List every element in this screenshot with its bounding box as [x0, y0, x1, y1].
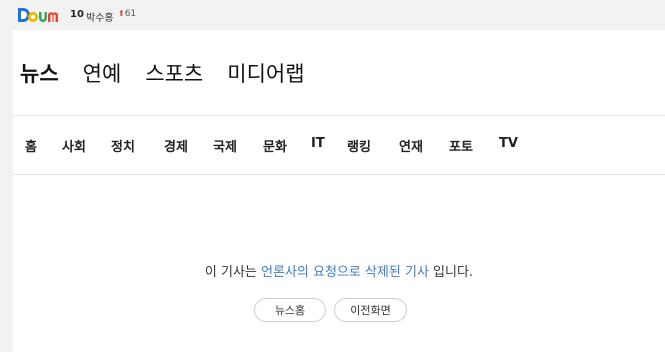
rank-change: ⬆61 [118, 9, 136, 19]
nav-entertainment[interactable]: 연예 [83, 60, 122, 88]
section-tab-it[interactable]: IT [311, 136, 325, 151]
message-prefix: 이 기사는 [204, 265, 262, 280]
section-tab-economy[interactable]: 경제 [164, 136, 188, 155]
divider [13, 174, 665, 175]
deleted-article-message: 이 기사는 언론사의 요청으로 삭제된 기사 입니다. [13, 261, 665, 280]
section-tab-series[interactable]: 연재 [399, 136, 423, 155]
section-tab-tv[interactable]: TV [499, 136, 518, 151]
section-tab-culture[interactable]: 문화 [263, 136, 287, 155]
section-tab-home[interactable]: 홈 [25, 136, 37, 155]
daum-logo[interactable] [17, 6, 59, 24]
news-home-button[interactable]: 뉴스홈 [254, 298, 326, 322]
divider [13, 115, 665, 116]
rank-change-value: 61 [124, 9, 137, 19]
message-suffix: 입니다. [428, 265, 474, 280]
section-tab-ranking[interactable]: 랭킹 [347, 136, 371, 155]
section-tab-society[interactable]: 사회 [62, 136, 86, 155]
message-highlight: 언론사의 요청으로 삭제된 기사 [261, 265, 429, 280]
nav-media-lab[interactable]: 미디어랩 [227, 60, 304, 88]
section-tab-world[interactable]: 국제 [213, 136, 237, 155]
section-tab-photo[interactable]: 포토 [449, 136, 473, 155]
trending-rank: 10 [70, 9, 84, 20]
arrow-up-icon: ⬆ [118, 9, 125, 18]
nav-sports[interactable]: 스포츠 [145, 60, 203, 88]
main-nav: 뉴스 연예 스포츠 미디어랩 [20, 60, 305, 88]
top-bar: 10 박수홍 ⬆61 [0, 0, 665, 30]
nav-news[interactable]: 뉴스 [20, 60, 59, 88]
trending-keyword[interactable]: 박수홍 [86, 9, 114, 24]
previous-page-button[interactable]: 이전화면 [334, 298, 407, 322]
content-card: 뉴스 연예 스포츠 미디어랩 홈 사회 정치 경제 국제 문화 IT 랭킹 연재… [13, 30, 665, 352]
section-tab-politics[interactable]: 정치 [111, 136, 135, 155]
